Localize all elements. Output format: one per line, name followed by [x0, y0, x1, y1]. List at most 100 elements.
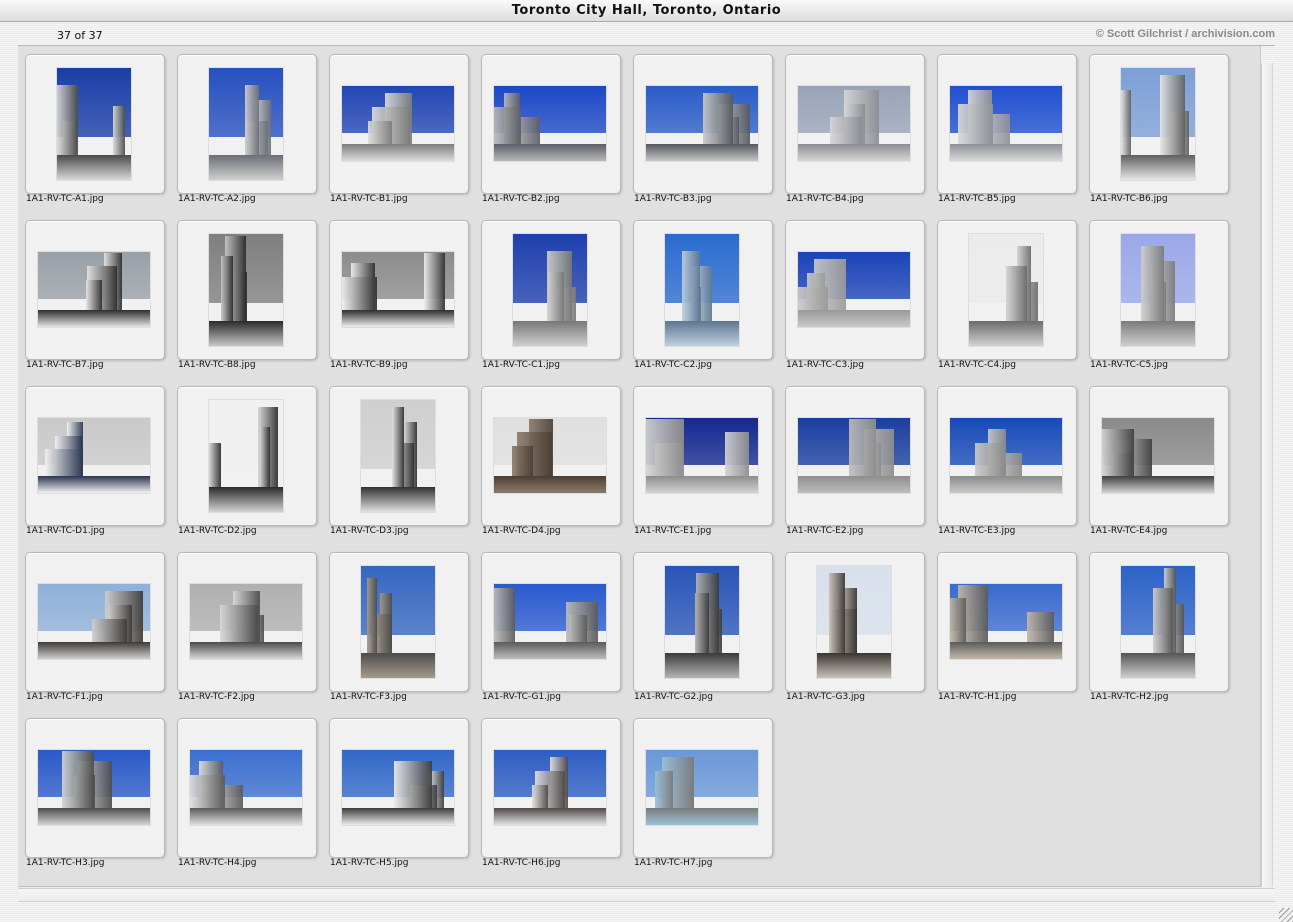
- thumbnail-item[interactable]: 1A1-RV-TC-A1.jpg: [18, 46, 170, 206]
- slide-mount[interactable]: [481, 386, 621, 526]
- slide-mount[interactable]: [633, 718, 773, 858]
- thumbnail-image[interactable]: [665, 234, 739, 346]
- thumbnail-image[interactable]: [798, 252, 910, 327]
- thumbnail-item[interactable]: 1A1-RV-TC-E2.jpg: [778, 378, 930, 538]
- thumbnail-item[interactable]: 1A1-RV-TC-H6.jpg: [474, 710, 626, 870]
- slide-mount[interactable]: [25, 552, 165, 692]
- thumbnail-image[interactable]: [190, 750, 302, 825]
- thumbnail-image[interactable]: [494, 584, 606, 659]
- thumbnail-item[interactable]: 1A1-RV-TC-F1.jpg: [18, 544, 170, 704]
- thumbnail-item[interactable]: 1A1-RV-TC-B7.jpg: [18, 212, 170, 372]
- thumbnail-image[interactable]: [969, 234, 1043, 346]
- thumbnail-item[interactable]: 1A1-RV-TC-E1.jpg: [626, 378, 778, 538]
- thumbnail-image[interactable]: [494, 750, 606, 825]
- slide-mount[interactable]: [481, 718, 621, 858]
- slide-mount[interactable]: [785, 552, 925, 692]
- thumbnail-image[interactable]: [38, 750, 150, 825]
- slide-mount[interactable]: [329, 386, 469, 526]
- slide-mount[interactable]: [177, 552, 317, 692]
- thumbnail-image[interactable]: [950, 86, 1062, 161]
- slide-mount[interactable]: [1089, 386, 1229, 526]
- thumbnail-image[interactable]: [361, 566, 435, 678]
- thumbnail-image[interactable]: [38, 418, 150, 493]
- slide-mount[interactable]: [633, 552, 773, 692]
- thumbnail-image[interactable]: [1121, 68, 1195, 180]
- thumbnail-item[interactable]: 1A1-RV-TC-C4.jpg: [930, 212, 1082, 372]
- thumbnail-item[interactable]: 1A1-RV-TC-H4.jpg: [170, 710, 322, 870]
- slide-mount[interactable]: [785, 54, 925, 194]
- thumbnail-item[interactable]: 1A1-RV-TC-C3.jpg: [778, 212, 930, 372]
- slide-mount[interactable]: [785, 386, 925, 526]
- slide-mount[interactable]: [481, 552, 621, 692]
- thumbnail-item[interactable]: 1A1-RV-TC-G2.jpg: [626, 544, 778, 704]
- thumbnail-item[interactable]: 1A1-RV-TC-C5.jpg: [1082, 212, 1234, 372]
- slide-mount[interactable]: [633, 54, 773, 194]
- thumbnail-item[interactable]: 1A1-RV-TC-F3.jpg: [322, 544, 474, 704]
- thumbnail-item[interactable]: 1A1-RV-TC-H1.jpg: [930, 544, 1082, 704]
- thumbnail-image[interactable]: [1121, 234, 1195, 346]
- thumbnail-item[interactable]: 1A1-RV-TC-C1.jpg: [474, 212, 626, 372]
- slide-mount[interactable]: [177, 220, 317, 360]
- slide-mount[interactable]: [633, 386, 773, 526]
- thumbnail-image[interactable]: [361, 400, 435, 512]
- thumbnail-item[interactable]: 1A1-RV-TC-D4.jpg: [474, 378, 626, 538]
- thumbnail-item[interactable]: 1A1-RV-TC-B5.jpg: [930, 46, 1082, 206]
- slide-mount[interactable]: [1089, 552, 1229, 692]
- slide-mount[interactable]: [177, 386, 317, 526]
- thumbnail-item[interactable]: 1A1-RV-TC-B2.jpg: [474, 46, 626, 206]
- thumbnail-item[interactable]: 1A1-RV-TC-F2.jpg: [170, 544, 322, 704]
- thumbnail-item[interactable]: 1A1-RV-TC-B6.jpg: [1082, 46, 1234, 206]
- slide-mount[interactable]: [633, 220, 773, 360]
- thumbnail-image[interactable]: [1102, 418, 1214, 493]
- horizontal-scrollbar[interactable]: [18, 888, 1275, 902]
- slide-mount[interactable]: [329, 718, 469, 858]
- thumbnail-image[interactable]: [665, 566, 739, 678]
- thumbnail-item[interactable]: 1A1-RV-TC-G3.jpg: [778, 544, 930, 704]
- thumbnail-image[interactable]: [209, 68, 283, 180]
- slide-mount[interactable]: [481, 54, 621, 194]
- slide-mount[interactable]: [785, 220, 925, 360]
- slide-mount[interactable]: [937, 54, 1077, 194]
- thumbnail-item[interactable]: 1A1-RV-TC-H7.jpg: [626, 710, 778, 870]
- thumbnail-image[interactable]: [646, 418, 758, 493]
- slide-mount[interactable]: [481, 220, 621, 360]
- thumbnail-image[interactable]: [513, 234, 587, 346]
- thumbnail-item[interactable]: 1A1-RV-TC-B4.jpg: [778, 46, 930, 206]
- thumbnail-item[interactable]: 1A1-RV-TC-D1.jpg: [18, 378, 170, 538]
- slide-mount[interactable]: [25, 220, 165, 360]
- slide-mount[interactable]: [1089, 220, 1229, 360]
- thumbnail-image[interactable]: [950, 418, 1062, 493]
- thumbnail-image[interactable]: [646, 750, 758, 825]
- thumbnail-item[interactable]: 1A1-RV-TC-H5.jpg: [322, 710, 474, 870]
- thumbnail-image[interactable]: [494, 418, 606, 493]
- thumbnail-item[interactable]: 1A1-RV-TC-B1.jpg: [322, 46, 474, 206]
- thumbnail-image[interactable]: [798, 86, 910, 161]
- thumbnail-image[interactable]: [342, 252, 454, 327]
- slide-mount[interactable]: [177, 54, 317, 194]
- thumbnail-item[interactable]: 1A1-RV-TC-A2.jpg: [170, 46, 322, 206]
- slide-mount[interactable]: [25, 718, 165, 858]
- thumbnail-item[interactable]: 1A1-RV-TC-H2.jpg: [1082, 544, 1234, 704]
- slide-mount[interactable]: [937, 220, 1077, 360]
- thumbnail-image[interactable]: [342, 750, 454, 825]
- thumbnail-image[interactable]: [209, 400, 283, 512]
- slide-mount[interactable]: [25, 54, 165, 194]
- slide-mount[interactable]: [329, 552, 469, 692]
- thumbnail-item[interactable]: 1A1-RV-TC-H3.jpg: [18, 710, 170, 870]
- slide-mount[interactable]: [1089, 54, 1229, 194]
- thumbnail-item[interactable]: 1A1-RV-TC-G1.jpg: [474, 544, 626, 704]
- slide-mount[interactable]: [329, 54, 469, 194]
- thumbnail-item[interactable]: 1A1-RV-TC-B8.jpg: [170, 212, 322, 372]
- thumbnail-image[interactable]: [38, 584, 150, 659]
- thumbnail-item[interactable]: 1A1-RV-TC-E3.jpg: [930, 378, 1082, 538]
- slide-mount[interactable]: [177, 718, 317, 858]
- thumbnail-item[interactable]: 1A1-RV-TC-D2.jpg: [170, 378, 322, 538]
- thumbnail-image[interactable]: [817, 566, 891, 678]
- thumbnail-item[interactable]: 1A1-RV-TC-B9.jpg: [322, 212, 474, 372]
- thumbnail-image[interactable]: [57, 68, 131, 180]
- thumbnail-item[interactable]: 1A1-RV-TC-B3.jpg: [626, 46, 778, 206]
- thumbnail-image[interactable]: [190, 584, 302, 659]
- thumbnail-item[interactable]: 1A1-RV-TC-D3.jpg: [322, 378, 474, 538]
- thumbnail-item[interactable]: 1A1-RV-TC-C2.jpg: [626, 212, 778, 372]
- slide-mount[interactable]: [25, 386, 165, 526]
